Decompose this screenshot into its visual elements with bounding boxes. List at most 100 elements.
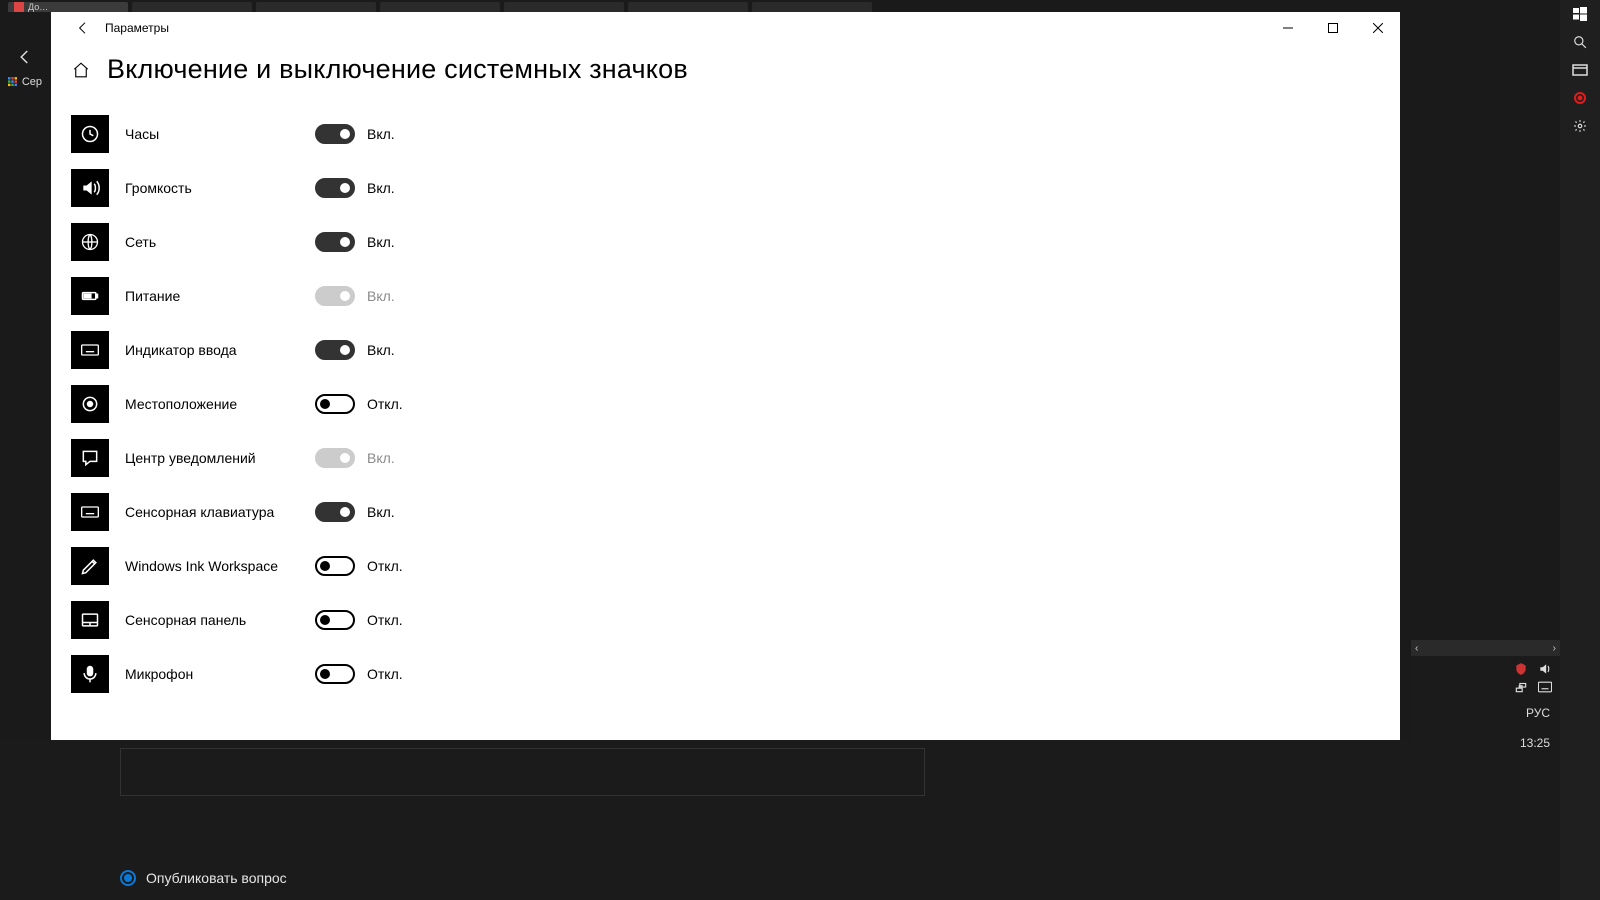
toggle-ink[interactable] [315,556,355,576]
setting-label: Сенсорная клавиатура [109,504,315,520]
setting-row-action-center: Центр уведомлений Вкл. [71,431,1380,485]
touchpad-icon [71,601,109,639]
horizontal-scrollbar[interactable]: ‹ › [1411,640,1560,656]
gear-icon[interactable] [1560,112,1600,140]
security-tray-icon[interactable] [1514,662,1528,676]
microphone-icon [71,655,109,693]
setting-label: Центр уведомлений [109,450,315,466]
toggle-wrap: Откл. [315,394,403,414]
right-side-panel [1560,0,1600,900]
browser-apps-bar[interactable]: Сер [8,72,42,92]
toggle-state-text: Откл. [367,666,403,682]
toggle-clock[interactable] [315,124,355,144]
toggle-state-text: Вкл. [367,342,395,358]
radio-icon [120,870,136,886]
power-icon [71,277,109,315]
browser-tab-strip: До… [0,0,1411,12]
browser-tab[interactable] [380,2,500,12]
window-maximize-button[interactable] [1310,12,1355,44]
window-close-button[interactable] [1355,12,1400,44]
browser-tab[interactable] [628,2,748,12]
tray-icons-row [1514,656,1560,678]
setting-label: Часы [109,126,315,142]
browser-tab[interactable] [256,2,376,12]
browser-tab[interactable] [752,2,872,12]
toggle-state-text: Вкл. [367,126,395,142]
setting-label: Сеть [109,234,315,250]
toggle-network[interactable] [315,232,355,252]
location-icon [71,385,109,423]
toggle-power [315,286,355,306]
setting-label: Индикатор ввода [109,342,315,358]
browser-tab[interactable] [132,2,252,12]
settings-back-button[interactable] [67,12,99,44]
system-tray: ‹ › РУС 13:25 [1411,640,1560,900]
setting-row-ink: Windows Ink Workspace Откл. [71,539,1380,593]
toggle-wrap: Вкл. [315,340,395,360]
settings-window-title: Параметры [105,21,169,35]
publish-question-radio[interactable]: Опубликовать вопрос [120,870,287,886]
record-icon[interactable] [1560,84,1600,112]
browser-tab[interactable] [504,2,624,12]
setting-row-microphone: Микрофон Откл. [71,647,1380,701]
settings-header: Включение и выключение системных значков [51,44,1400,107]
browser-tab[interactable]: До… [8,2,128,12]
input-icon [71,331,109,369]
toggle-touch-kbd[interactable] [315,502,355,522]
network-tray-icon[interactable] [1514,680,1528,694]
toggle-state-text: Вкл. [367,450,395,466]
clock-icon [71,115,109,153]
toggle-wrap: Откл. [315,556,403,576]
toggle-state-text: Вкл. [367,180,395,196]
home-icon[interactable] [71,60,91,80]
window-minimize-button[interactable] [1265,12,1310,44]
browser-back-button[interactable] [8,42,42,72]
search-icon[interactable] [1560,28,1600,56]
toggle-wrap: Вкл. [315,448,395,468]
toggle-wrap: Вкл. [315,124,395,144]
browser-apps-label: Сер [22,76,42,88]
setting-label: Сенсорная панель [109,612,315,628]
toggle-state-text: Откл. [367,558,403,574]
action-center-icon [71,439,109,477]
setting-row-input: Индикатор ввода Вкл. [71,323,1380,377]
setting-row-volume: Громкость Вкл. [71,161,1380,215]
page-title: Включение и выключение системных значков [107,54,688,85]
setting-label: Windows Ink Workspace [109,558,315,574]
toggle-microphone[interactable] [315,664,355,684]
setting-label: Громкость [109,180,315,196]
setting-row-power: ПитаниеВкл. [71,269,1380,323]
tray-icons-row [1514,678,1560,696]
toggle-state-text: Вкл. [367,234,395,250]
toggle-touchpad[interactable] [315,610,355,630]
toggle-wrap: Вкл. [315,502,395,522]
settings-list: ЧасыВкл.ГромкостьВкл.СетьВкл.ПитаниеВкл.… [51,107,1400,740]
scroll-right-icon[interactable]: › [1553,643,1556,654]
settings-window: Параметры Включение и выключение системн… [51,12,1400,740]
settings-titlebar: Параметры [51,12,1400,44]
toggle-input[interactable] [315,340,355,360]
toggle-location[interactable] [315,394,355,414]
toggle-wrap: Откл. [315,610,403,630]
input-language-indicator[interactable]: РУС [1411,696,1560,720]
toggle-wrap: Вкл. [315,178,395,198]
toggle-wrap: Откл. [315,664,403,684]
setting-row-network: Сеть Вкл. [71,215,1380,269]
volume-tray-icon[interactable] [1538,662,1552,676]
setting-row-touchpad: Сенсорная панельОткл. [71,593,1380,647]
background-textbox[interactable] [120,748,925,796]
setting-row-touch-kbd: Сенсорная клавиатураВкл. [71,485,1380,539]
toggle-volume[interactable] [315,178,355,198]
toggle-state-text: Вкл. [367,288,395,304]
setting-label: Микрофон [109,666,315,682]
keyboard-tray-icon[interactable] [1538,680,1552,694]
task-view-icon[interactable] [1560,56,1600,84]
toggle-wrap: Вкл. [315,286,395,306]
setting-label: Местоположение [109,396,315,412]
toggle-wrap: Вкл. [315,232,395,252]
windows-logo-icon[interactable] [1560,0,1600,28]
scroll-left-icon[interactable]: ‹ [1415,643,1418,654]
toggle-state-text: Откл. [367,396,403,412]
setting-row-clock: Часы Вкл. [71,107,1380,161]
tray-clock[interactable]: 13:25 [1411,720,1560,750]
